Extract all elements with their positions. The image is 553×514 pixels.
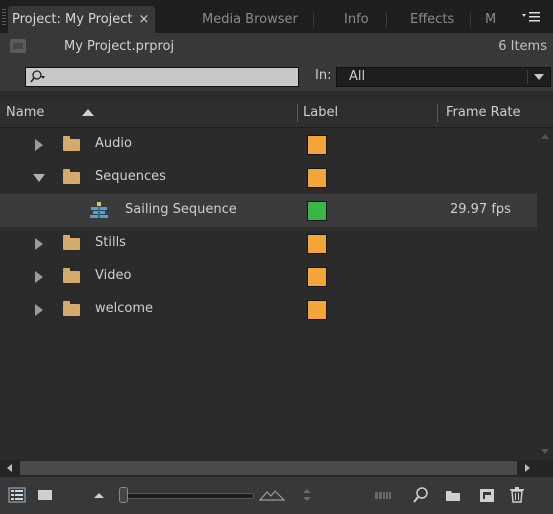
disclosure-triangle-icon[interactable] — [35, 139, 43, 151]
folder-icon — [63, 169, 80, 184]
panel-grip[interactable] — [2, 9, 6, 25]
folder-icon — [63, 268, 80, 283]
item-count: 6 Items — [498, 39, 547, 54]
item-name: Audio — [95, 136, 132, 151]
project-panel: Project: My Project × Media Browser Info … — [0, 0, 553, 514]
list-item[interactable]: Audio — [0, 128, 537, 161]
disclosure-triangle-icon[interactable] — [33, 174, 45, 182]
column-name[interactable]: Name — [6, 105, 44, 120]
tab-project-label: Project: My Project — [12, 12, 133, 27]
zoom-in-icon[interactable] — [258, 486, 286, 504]
label-color-swatch[interactable] — [307, 267, 327, 287]
list-item[interactable]: Video — [0, 260, 537, 293]
sort-ascending-icon[interactable] — [82, 109, 94, 116]
label-color-swatch[interactable] — [307, 135, 327, 155]
frame-rate-value: 29.97 fps — [450, 202, 511, 217]
tab-divider — [386, 12, 387, 28]
column-header-row: Name Label Frame Rate — [0, 99, 553, 128]
zoom-slider[interactable] — [125, 493, 254, 499]
list-item[interactable]: Sailing Sequence 29.97 fps — [0, 194, 537, 227]
label-color-swatch[interactable] — [307, 234, 327, 254]
column-divider[interactable] — [437, 104, 438, 122]
item-name: welcome — [95, 301, 154, 316]
tab-overflow[interactable]: M — [485, 6, 496, 33]
in-select-value: All — [349, 69, 366, 84]
list-item[interactable]: welcome — [0, 293, 537, 326]
item-name: Video — [95, 268, 132, 283]
list-view-icon[interactable] — [8, 486, 26, 504]
bottom-toolbar — [0, 477, 553, 514]
scroll-right-icon[interactable] — [525, 464, 530, 472]
disclosure-triangle-icon[interactable] — [35, 238, 43, 250]
column-divider[interactable] — [297, 104, 298, 122]
label-color-swatch[interactable] — [307, 201, 327, 221]
item-name: Stills — [95, 235, 126, 250]
search-icon[interactable] — [29, 69, 45, 85]
sequence-icon — [90, 202, 108, 218]
new-item-icon[interactable] — [478, 486, 496, 504]
tab-project[interactable]: Project: My Project × — [8, 6, 156, 33]
folder-icon — [63, 301, 80, 316]
list-item[interactable]: Sequences — [0, 161, 537, 194]
in-select[interactable]: All — [336, 67, 551, 87]
panel-menu-icon[interactable] — [519, 10, 545, 28]
tab-bar: Project: My Project × Media Browser Info … — [0, 0, 553, 33]
scroll-left-icon[interactable] — [7, 464, 12, 472]
list-item[interactable]: Stills — [0, 227, 537, 260]
project-item-list: Audio Sequences Sailing Sequence 29.97 f… — [0, 128, 537, 460]
tab-info[interactable]: Info — [344, 6, 369, 33]
search-input[interactable] — [25, 67, 299, 87]
disclosure-triangle-icon[interactable] — [35, 271, 43, 283]
automate-to-sequence-icon[interactable] — [374, 486, 392, 504]
zoom-out-icon[interactable] — [90, 486, 108, 504]
disclosure-triangle-icon[interactable] — [35, 304, 43, 316]
project-name: My Project.prproj — [64, 39, 175, 54]
in-label: In: — [315, 68, 332, 83]
tab-divider — [313, 12, 314, 28]
new-bin-icon[interactable] — [444, 486, 462, 504]
label-color-swatch[interactable] — [307, 168, 327, 188]
project-file-icon — [10, 39, 26, 53]
column-label[interactable]: Label — [303, 105, 338, 120]
scrollbar-thumb[interactable] — [20, 461, 517, 475]
select-divider — [527, 70, 528, 84]
icon-view-icon[interactable] — [36, 486, 54, 504]
sort-icons-icon[interactable] — [298, 486, 316, 504]
item-name: Sequences — [95, 169, 166, 184]
scroll-down-icon[interactable] — [541, 449, 549, 454]
project-header: My Project.prproj 6 Items — [0, 33, 553, 61]
tab-effects[interactable]: Effects — [410, 6, 454, 33]
chevron-down-icon — [534, 74, 544, 80]
vertical-scrollbar[interactable] — [537, 128, 553, 460]
folder-icon — [63, 235, 80, 250]
folder-icon — [63, 136, 80, 151]
search-row: In: All — [0, 61, 553, 91]
item-name: Sailing Sequence — [125, 202, 237, 217]
tab-divider — [470, 12, 471, 28]
column-frame-rate[interactable]: Frame Rate — [446, 105, 520, 120]
trash-icon[interactable] — [508, 486, 526, 504]
find-icon[interactable] — [412, 486, 430, 504]
label-color-swatch[interactable] — [307, 300, 327, 320]
tab-media-browser[interactable]: Media Browser — [202, 6, 298, 33]
scroll-up-icon[interactable] — [541, 134, 549, 139]
zoom-slider-thumb[interactable] — [119, 487, 128, 503]
close-icon[interactable]: × — [139, 12, 150, 27]
horizontal-scrollbar[interactable] — [0, 460, 553, 477]
